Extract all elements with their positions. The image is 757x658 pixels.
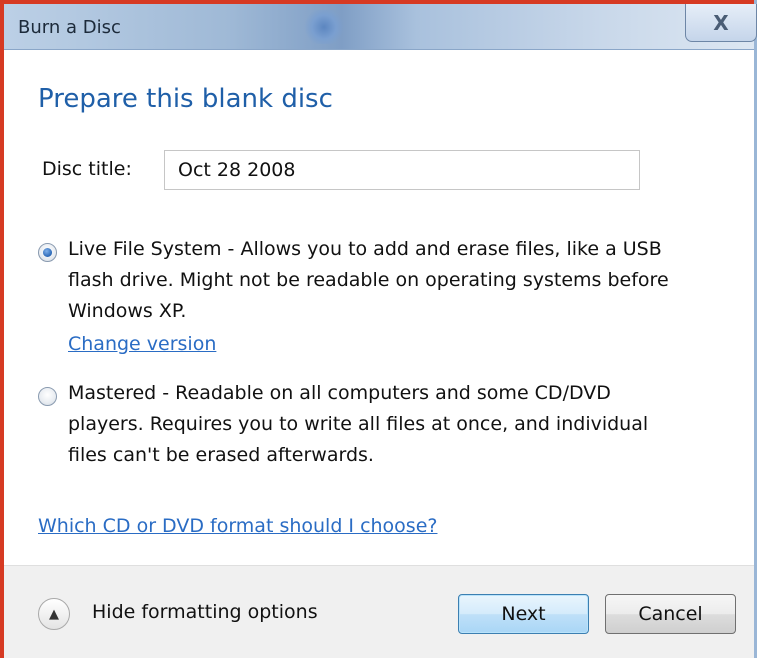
disc-title-label: Disc title: (42, 158, 132, 180)
burn-disc-dialog: Burn a Disc X Prepare this blank disc Di… (0, 0, 757, 658)
option-text-line: Live File System - Allows you to add and… (68, 238, 662, 260)
disc-title-input[interactable]: Oct 28 2008 (164, 150, 640, 190)
hide-options-toggle[interactable]: ▲ (38, 598, 70, 630)
option-text-line: Mastered - Readable on all computers and… (68, 382, 611, 404)
mastered-description[interactable]: Mastered - Readable on all computers and… (68, 378, 748, 471)
title-bar-glint (304, 10, 344, 44)
chevron-up-icon: ▲ (49, 606, 59, 622)
dialog-footer: ▲ Hide formatting options Next Cancel (4, 565, 754, 658)
option-text-line: flash drive. Might not be readable on op… (68, 269, 669, 291)
option-text-line: players. Requires you to write all files… (68, 413, 649, 435)
window-frame-left (0, 0, 4, 658)
page-title: Prepare this blank disc (38, 84, 333, 114)
cancel-button[interactable]: Cancel (605, 594, 736, 634)
format-help-link[interactable]: Which CD or DVD format should I choose? (38, 515, 437, 537)
close-icon: X (713, 10, 729, 35)
next-button[interactable]: Next (458, 594, 589, 634)
mastered-radio[interactable] (38, 387, 57, 406)
live-file-system-description[interactable]: Live File System - Allows you to add and… (68, 234, 748, 327)
change-version-link[interactable]: Change version (68, 333, 216, 355)
title-bar[interactable]: Burn a Disc X (4, 4, 757, 50)
live-file-system-radio[interactable] (38, 243, 57, 262)
window-title: Burn a Disc (18, 17, 121, 38)
close-button[interactable]: X (685, 4, 757, 42)
hide-options-label[interactable]: Hide formatting options (92, 601, 318, 623)
option-text-line: files can't be erased afterwards. (68, 444, 374, 466)
option-text-line: Windows XP. (68, 300, 187, 322)
